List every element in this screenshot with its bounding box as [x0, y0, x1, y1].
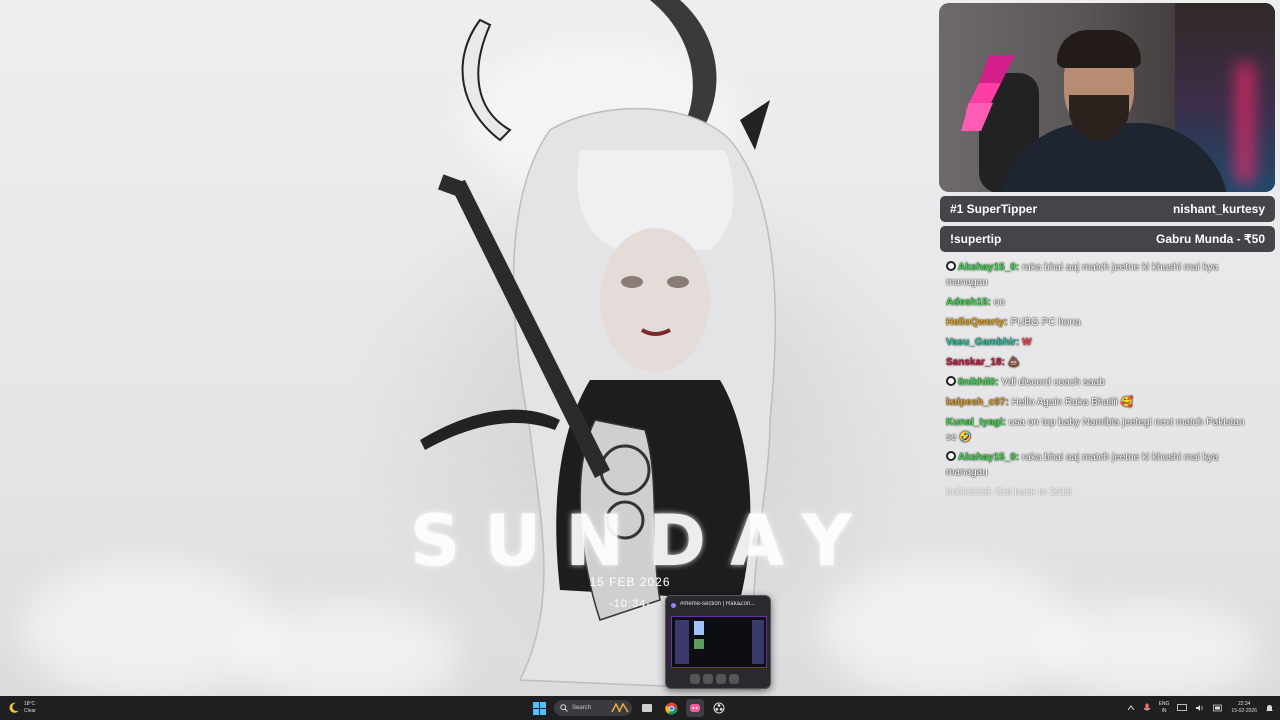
file-explorer-icon[interactable]	[638, 699, 656, 717]
webcam-person-hair	[1057, 30, 1141, 68]
taskbar: 18°C Clear Search ENG IN 22:34 15-02-202…	[0, 696, 1280, 720]
mic-icon[interactable]	[1143, 703, 1151, 713]
chat-message: Sanskar_18: 💩	[946, 355, 1246, 370]
chat-message: Akshay15_0: raka bhai aaj match jeetne k…	[946, 260, 1246, 290]
preview-controls	[690, 674, 739, 686]
wallpaper-date-text: 15 FEB 2026	[589, 575, 671, 589]
chat-username: 0nikhil0:	[958, 377, 999, 388]
chat-message: Adesh15: oo	[946, 295, 1246, 310]
search-highlight-icon	[611, 703, 629, 713]
headset-icon[interactable]	[716, 674, 726, 684]
chat-username: Vasu_Gambhir:	[946, 337, 1020, 348]
supertipper-bar: #1 SuperTipper nishant_kurtesy	[940, 196, 1275, 222]
taskbar-search[interactable]: Search	[554, 700, 632, 716]
chat-username: kalpesh_c97:	[946, 397, 1009, 408]
chat-username: Kunal_tyagi:	[946, 417, 1007, 428]
network-icon[interactable]	[1177, 704, 1188, 712]
wallpaper-day-text: SUNDAY	[410, 500, 877, 582]
webcam-overlay	[939, 3, 1275, 192]
clock-time: 22:34	[1237, 701, 1251, 707]
panda-icon	[946, 261, 956, 271]
search-icon	[560, 704, 568, 712]
webcam-neon-light	[1235, 63, 1255, 183]
battery-icon[interactable]	[1213, 704, 1223, 712]
chat-message: Akshay15_0: raka bhai aaj match jeetne k…	[946, 450, 1246, 480]
chat-text: Vdl discord coach saab	[1001, 377, 1105, 388]
chat-username: Adesh15:	[946, 297, 992, 308]
supertip-bar: !supertip Gabru Munda - ₹50	[940, 226, 1275, 252]
brand-logo-icon	[961, 55, 1015, 131]
chat-username: Sanskar_18:	[946, 357, 1005, 368]
notification-bell-icon[interactable]	[1265, 704, 1274, 713]
chat-message: Kunal_tyagi: usa on top baby Namibia jee…	[946, 415, 1246, 445]
weather-temp: 18°C	[24, 701, 36, 707]
moon-icon	[9, 702, 19, 713]
chat-text: Hello Again Raka Bhaiiii 🥰	[1011, 397, 1134, 408]
chevron-up-icon[interactable]	[1127, 704, 1135, 712]
chat-text: PUBG PC hona	[1010, 317, 1081, 328]
taskbar-window-preview[interactable]: #meme-section | RakaZon...	[665, 595, 771, 689]
supertip-command: !supertip	[950, 232, 1002, 246]
obs-icon[interactable]	[710, 699, 728, 717]
discord-app-icon[interactable]	[686, 699, 704, 717]
start-button[interactable]	[530, 699, 548, 717]
stream-chat-overlay: Akshay15_0: raka bhai aaj match jeetne k…	[946, 260, 1246, 505]
chrome-icon[interactable]	[662, 699, 680, 717]
supertipper-label: #1 SuperTipper	[950, 202, 1038, 216]
chat-message: HelloQwerty: PUBG PC hona	[946, 315, 1246, 330]
supertipper-name: nishant_kurtesy	[1172, 202, 1265, 216]
search-label: Search	[572, 705, 592, 711]
panda-icon	[946, 376, 956, 386]
volume-icon[interactable]	[1195, 704, 1205, 712]
preview-thumbnail[interactable]	[671, 616, 767, 668]
taskbar-clock[interactable]: 22:34 15-02-2026	[1231, 701, 1257, 715]
wallpaper-character-art	[420, 0, 776, 691]
chat-message-faded: bo0k2026: Got back to 2018	[946, 487, 1072, 498]
language-top: ENG	[1158, 701, 1170, 707]
camera-icon[interactable]	[690, 674, 700, 684]
chat-text: W	[1022, 337, 1032, 348]
mic-icon[interactable]	[703, 674, 713, 684]
language-bottom: IN	[1161, 708, 1167, 714]
language-indicator[interactable]: ENG IN	[1159, 701, 1170, 715]
chat-text: oo	[993, 297, 1005, 308]
chat-username: HelloQwerty:	[946, 317, 1008, 328]
weather-widget[interactable]: 18°C Clear	[8, 699, 36, 717]
system-tray: ENG IN 22:34 15-02-2026	[1127, 698, 1274, 718]
chat-message: 0nikhil0: Vdl discord coach saab	[946, 375, 1246, 390]
hangup-icon[interactable]	[729, 674, 739, 684]
windows-icon	[532, 701, 546, 715]
chat-text: 💩	[1007, 357, 1021, 368]
chat-message: kalpesh_c97: Hello Again Raka Bhaiiii 🥰	[946, 395, 1246, 410]
preview-title: #meme-section | RakaZon...	[680, 601, 756, 607]
clock-date: 15-02-2026	[1231, 708, 1257, 714]
supertip-latest: Gabru Munda - ₹50	[1156, 232, 1265, 246]
taskbar-apps: Search	[530, 698, 728, 718]
panda-icon	[946, 451, 956, 461]
chat-username: Akshay15_0:	[958, 262, 1020, 273]
chat-message: Vasu_Gambhir: W	[946, 335, 1246, 350]
chat-username: Akshay15_0:	[958, 452, 1020, 463]
weather-condition: Clear	[24, 708, 36, 714]
